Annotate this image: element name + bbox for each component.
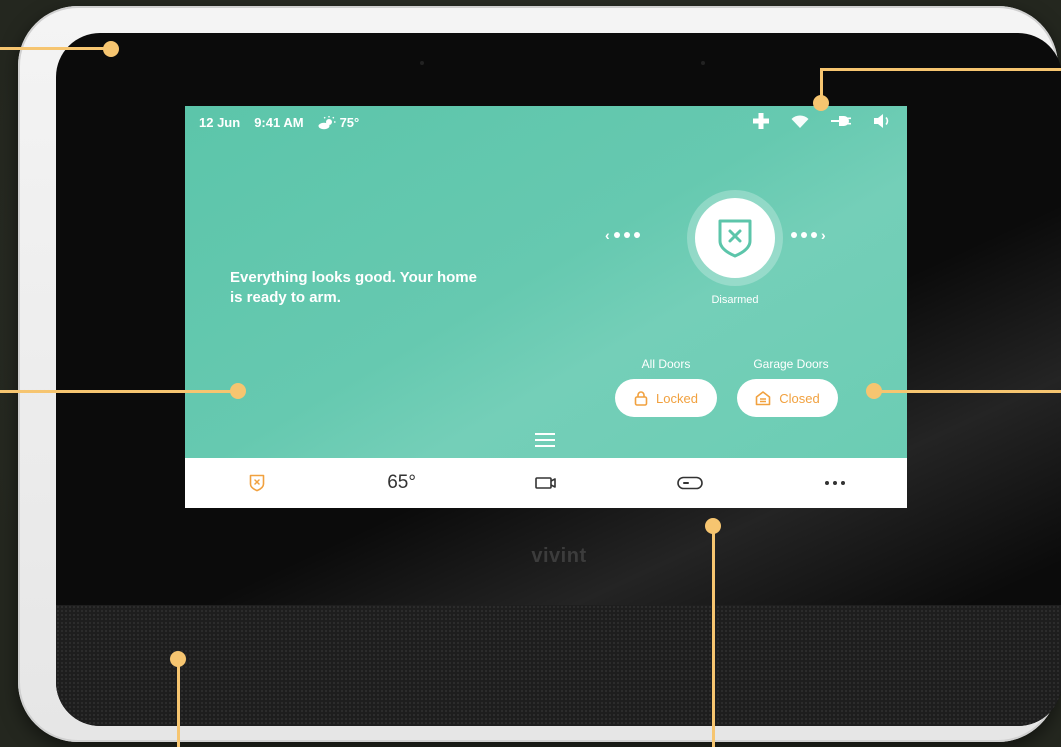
thermostat-temperature: 65°	[387, 472, 416, 493]
weather: 75°	[318, 115, 360, 130]
next-mode-button[interactable]: ›	[791, 227, 826, 243]
pager-dot	[791, 232, 797, 238]
chevron-left-icon: ‹	[605, 227, 610, 243]
garage-doors-closed-button[interactable]: Closed	[737, 379, 838, 417]
time-text: 9:41 AM	[254, 115, 304, 130]
nav-cameras[interactable]	[496, 458, 596, 508]
sensor-dot	[701, 61, 705, 65]
temperature-text: 75°	[339, 115, 360, 130]
speaker-icon[interactable]	[873, 113, 893, 129]
menu-button[interactable]	[535, 433, 555, 451]
callout-line	[0, 47, 112, 50]
power-plug-icon[interactable]	[831, 115, 851, 127]
camera-icon	[535, 477, 556, 489]
nav-security[interactable]	[207, 458, 307, 508]
status-message: Everything looks good. Your home is read…	[230, 269, 477, 306]
nav-thermostat[interactable]: 65°	[352, 458, 452, 508]
pager-dot	[811, 232, 817, 238]
callout-line	[712, 525, 715, 747]
callout-dot	[170, 651, 186, 667]
partly-sunny-icon	[318, 115, 336, 129]
garage-doors-label: Garage Doors	[753, 357, 829, 371]
callout-line	[875, 390, 1061, 393]
pager-dot	[633, 232, 640, 238]
lock-icon	[634, 391, 648, 406]
pager-dot	[801, 232, 807, 238]
callout-line	[177, 660, 180, 747]
shield-x-icon	[249, 474, 265, 492]
device-icon	[677, 476, 704, 490]
more-icon	[824, 481, 845, 485]
pager-dot	[623, 232, 630, 238]
callout-dot	[705, 518, 721, 534]
speaker-grille	[56, 605, 1061, 726]
pager-dot	[613, 232, 620, 238]
arm-status-label: Disarmed	[711, 294, 759, 306]
callout-line	[0, 390, 240, 393]
touch-screen: 12 Jun 9:41 AM 75° Everything looks good…	[185, 106, 907, 508]
garage-doors-status: Closed	[779, 390, 820, 406]
callout-dot	[103, 41, 119, 57]
date-text: 12 Jun	[199, 115, 241, 130]
shield-x-icon	[718, 219, 752, 258]
callout-dot	[230, 383, 246, 399]
chevron-right-icon: ›	[821, 227, 826, 243]
arm-control: ‹ › Disarmed	[605, 190, 855, 320]
menu-bar	[535, 439, 555, 441]
system-icons	[753, 113, 893, 129]
menu-bar	[535, 445, 555, 447]
callout-dot	[866, 383, 882, 399]
sensor-dot	[420, 61, 424, 65]
wifi-icon[interactable]	[791, 114, 809, 128]
nav-more[interactable]	[785, 458, 885, 508]
garage-icon	[755, 391, 771, 406]
medical-cross-icon[interactable]	[753, 113, 769, 129]
arm-button[interactable]	[695, 198, 775, 278]
all-doors-label: All Doors	[641, 357, 691, 371]
all-doors-status: Locked	[656, 390, 698, 406]
prev-mode-button[interactable]: ‹	[605, 227, 640, 243]
nav-smart-home[interactable]	[640, 458, 740, 508]
brand-logo: vivint	[531, 545, 587, 567]
all-doors-locked-button[interactable]: Locked	[615, 379, 717, 417]
callout-dot	[813, 95, 829, 111]
bottom-nav: 65°	[185, 458, 907, 508]
menu-bar	[535, 433, 555, 435]
callout-line	[820, 68, 1061, 71]
status-bar-left: 12 Jun 9:41 AM 75°	[199, 115, 359, 130]
